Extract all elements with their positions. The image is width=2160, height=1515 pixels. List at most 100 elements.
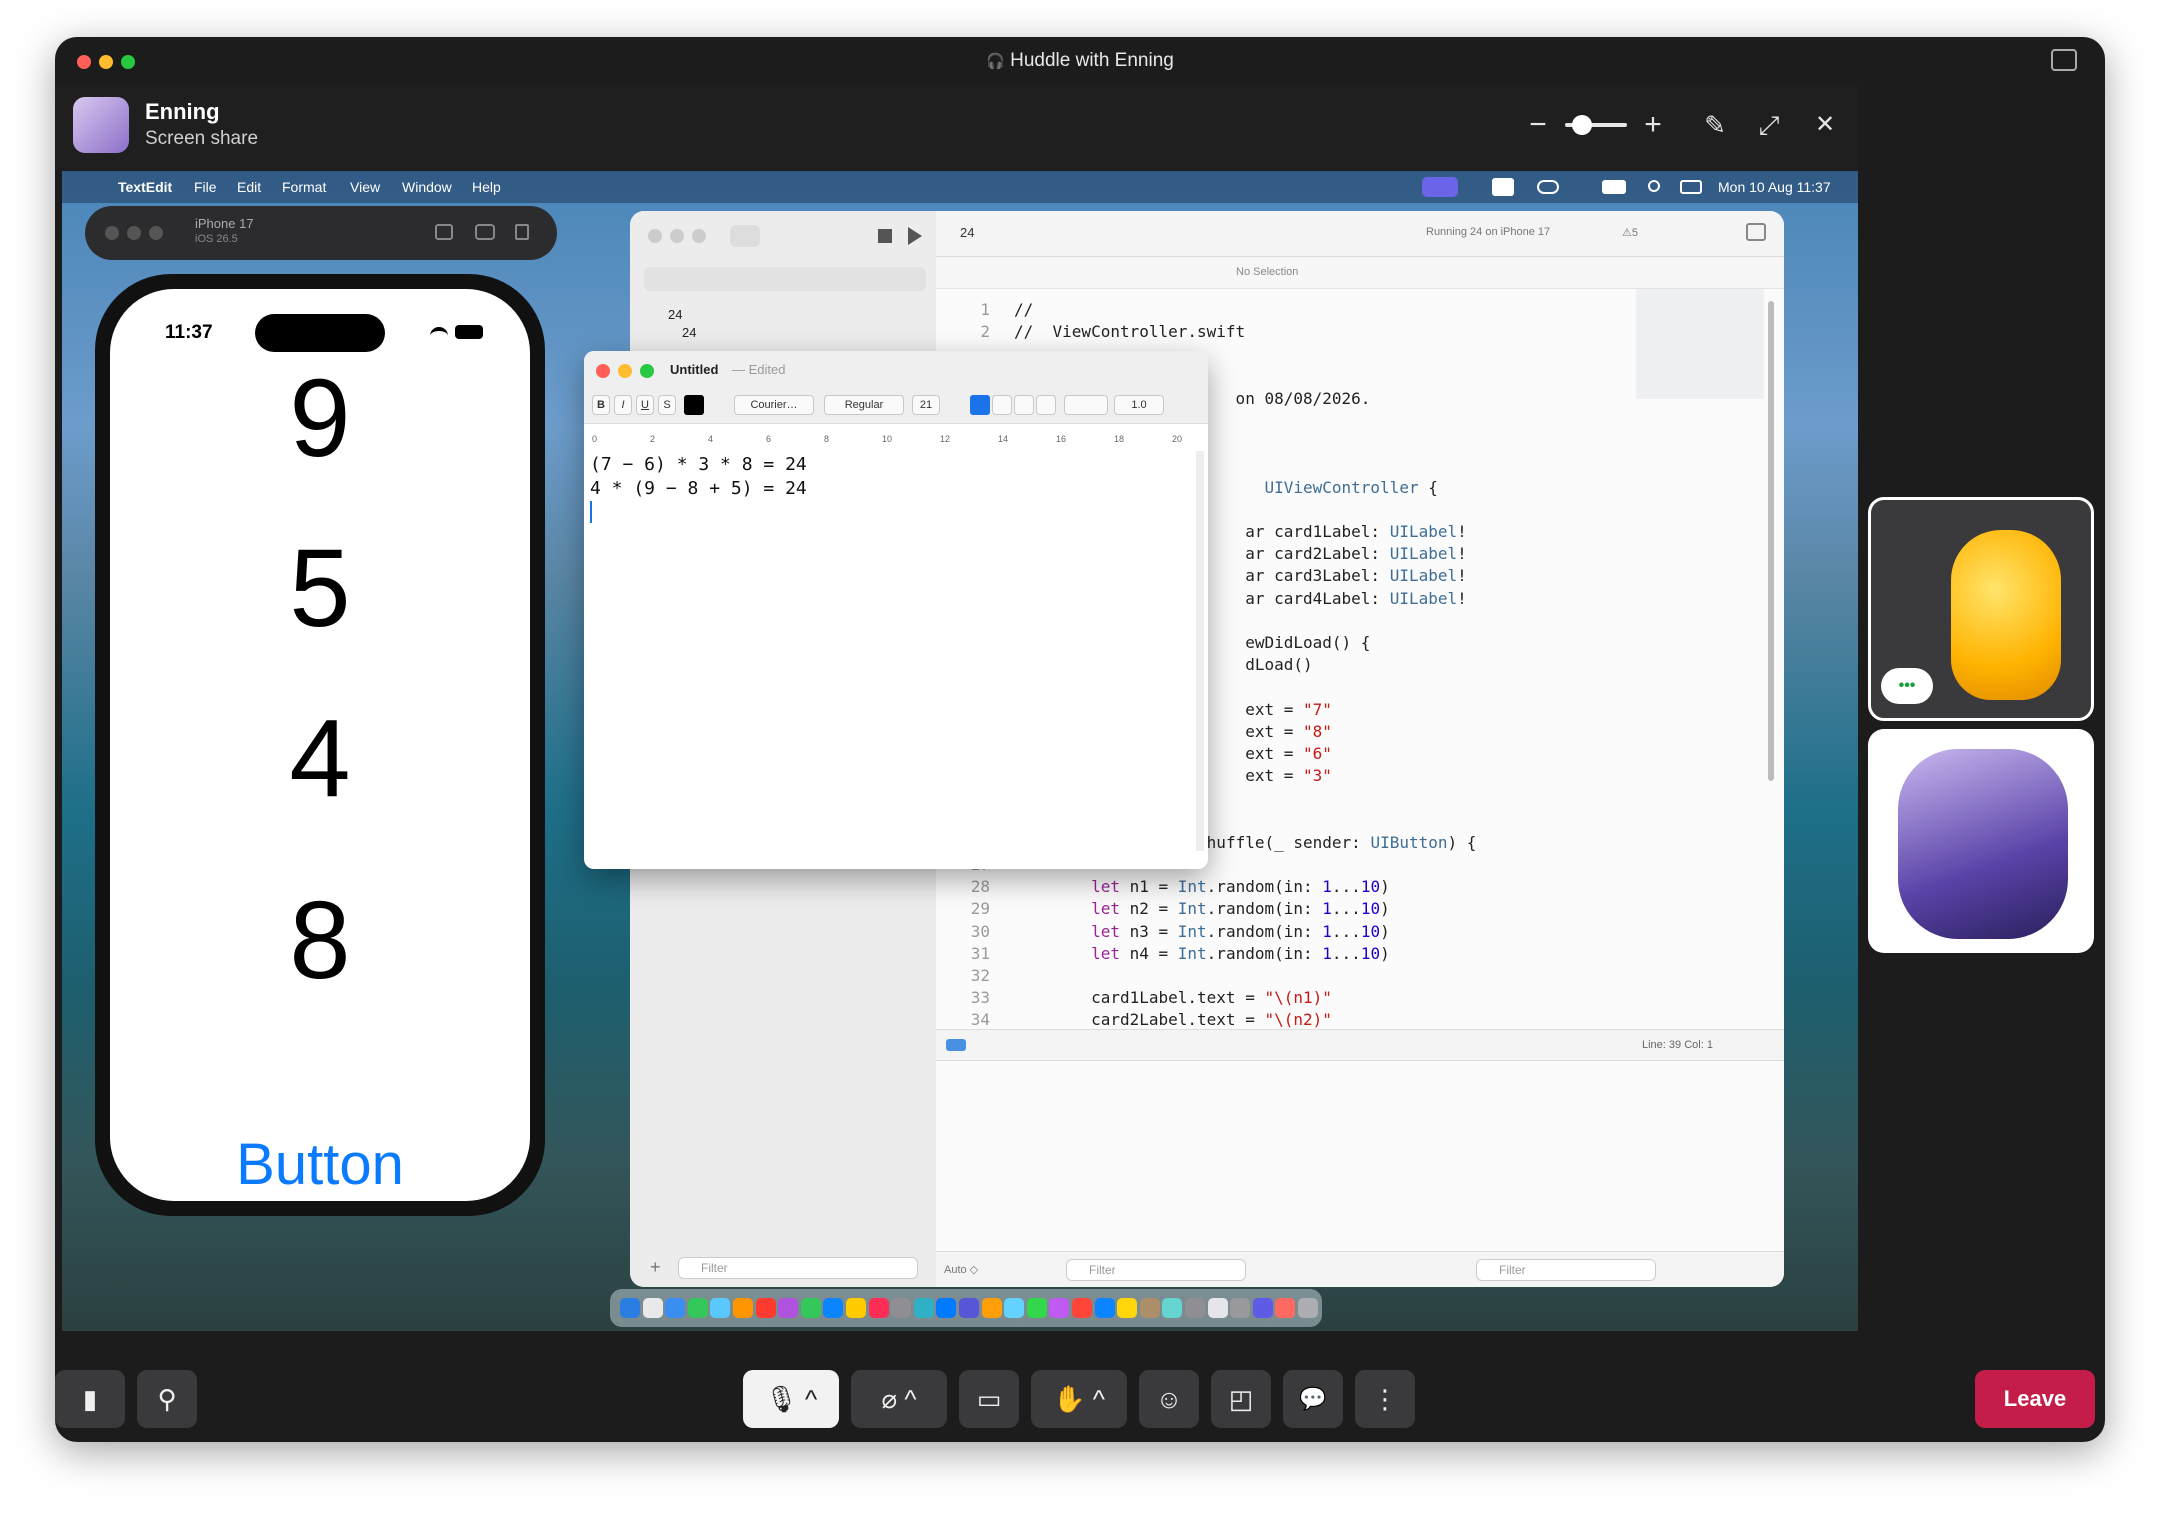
menu-app-name[interactable]: TextEdit (118, 179, 172, 195)
code-line[interactable]: 29 let n2 = Int.random(in: 1...10) (936, 898, 1390, 920)
bold-button[interactable]: B (592, 395, 610, 415)
dock-app-icon[interactable] (800, 1298, 821, 1318)
hand-options-caret[interactable]: ^ (1093, 1384, 1105, 1414)
dock-app-icon[interactable] (981, 1298, 1002, 1318)
font-style-select[interactable]: Regular (824, 395, 904, 415)
xcode-zoom-button[interactable] (692, 229, 706, 243)
code-line[interactable]: 30 let n3 = Int.random(in: 1...10) (936, 921, 1390, 943)
dock-app-icon[interactable] (913, 1298, 934, 1318)
textedit-zoom-button[interactable] (640, 364, 654, 378)
menu-edit[interactable]: Edit (237, 179, 261, 195)
participant-tile-avatar[interactable] (1868, 729, 2094, 953)
code-line[interactable]: 33 card1Label.text = "\(n1)" (936, 987, 1332, 1009)
dock-app-icon[interactable] (936, 1298, 957, 1318)
home-icon[interactable] (435, 224, 453, 240)
line-number[interactable]: 2 (936, 321, 990, 343)
debug-area-toggle-icon[interactable] (946, 1039, 966, 1051)
sim-minimize-button[interactable] (127, 226, 141, 240)
menu-help[interactable]: Help (472, 179, 501, 195)
dock-app-icon[interactable] (1207, 1298, 1228, 1318)
navigator-filter-input[interactable]: Filter (678, 1257, 918, 1279)
nav-item-folder[interactable]: 24 (682, 325, 696, 340)
breadcrumb[interactable]: No Selection (1236, 266, 1298, 278)
code-line[interactable]: 34 card2Label.text = "\(n2)" (936, 1009, 1332, 1029)
sticker-icon[interactable]: ◰ (1211, 1370, 1271, 1428)
fullscreen-icon[interactable]: ⤢ (1751, 107, 1787, 143)
document-body[interactable]: (7 − 6) * 3 * 8 = 24 4 * (9 − 8 + 5) = 24 (590, 453, 807, 523)
dock-app-icon[interactable] (710, 1298, 731, 1318)
dock-app-icon[interactable] (778, 1298, 799, 1318)
italic-button[interactable]: I (614, 395, 632, 415)
zoom-slider-knob[interactable] (1572, 115, 1592, 135)
dock-app-icon[interactable] (642, 1298, 663, 1318)
camera-options-caret[interactable]: ^ (904, 1384, 916, 1414)
chat-icon[interactable]: 💬 (1283, 1370, 1343, 1428)
sidebar-toggle-icon[interactable] (730, 225, 760, 247)
camera-button[interactable]: ⌀ ^ (851, 1370, 947, 1428)
list-style-select[interactable] (1064, 395, 1108, 415)
more-options-icon[interactable]: ⋮ (1355, 1370, 1415, 1428)
line-number[interactable]: 1 (936, 299, 990, 321)
annotate-pen-icon[interactable]: ✎ (1697, 107, 1733, 143)
scheme-name[interactable]: 24 (960, 225, 974, 240)
run-icon[interactable] (908, 227, 922, 245)
dock-app-icon[interactable] (846, 1298, 866, 1318)
align-center-button[interactable] (992, 395, 1012, 415)
share-screen-icon[interactable]: ▭ (959, 1370, 1019, 1428)
stop-icon[interactable] (878, 229, 892, 243)
code-line[interactable]: 2 // ViewController.swift (936, 321, 1245, 343)
dock-app-icon[interactable] (1275, 1298, 1296, 1318)
menu-view[interactable]: View (350, 179, 380, 195)
dock-app-icon[interactable] (665, 1298, 686, 1318)
ruler[interactable]: 0 2 4 6 8 10 12 14 16 18 20 (584, 423, 1208, 447)
font-family-select[interactable]: Courier… (734, 395, 814, 415)
strikethrough-button[interactable]: S (658, 395, 676, 415)
dock-app-icon[interactable] (868, 1298, 889, 1318)
dock-app-icon[interactable] (1230, 1298, 1251, 1318)
reactions-icon[interactable]: ☺ (1139, 1370, 1199, 1428)
menu-clock[interactable]: Mon 10 Aug 11:37 (1718, 179, 1831, 195)
inspector-toggle-icon[interactable] (1746, 223, 1766, 241)
link-icon[interactable] (1537, 180, 1559, 194)
mic-options-caret[interactable]: ^ (805, 1384, 817, 1414)
underline-button[interactable]: U (636, 395, 654, 415)
textedit-scrollbar[interactable] (1196, 451, 1204, 851)
xcode-close-button[interactable] (648, 229, 662, 243)
line-spacing-select[interactable]: 1.0 (1114, 395, 1164, 415)
dock-app-icon[interactable] (891, 1298, 912, 1318)
navigator-tabs[interactable] (644, 267, 926, 291)
input-source-icon[interactable] (1492, 178, 1514, 196)
dock-app-icon[interactable] (1004, 1298, 1025, 1318)
participant-tile-reaction[interactable]: ••• (1868, 497, 2094, 721)
zoom-in-button[interactable]: + (1635, 107, 1671, 143)
line-number[interactable]: 28 (936, 876, 990, 898)
picture-in-picture-icon[interactable] (2051, 49, 2077, 71)
sim-zoom-button[interactable] (149, 226, 163, 240)
textedit-minimize-button[interactable] (618, 364, 632, 378)
code-line[interactable]: 31 let n4 = Int.random(in: 1...10) (936, 943, 1390, 965)
dock-app-icon[interactable] (1298, 1298, 1318, 1318)
align-left-button[interactable] (970, 395, 990, 415)
code-line[interactable]: 32 (936, 965, 1014, 987)
line-number[interactable]: 30 (936, 921, 990, 943)
dock-app-icon[interactable] (1072, 1298, 1092, 1318)
auto-selector[interactable]: Auto ◇ (944, 1263, 978, 1276)
dock-app-icon[interactable] (1185, 1298, 1205, 1318)
xcode-minimize-button[interactable] (670, 229, 684, 243)
control-center-icon[interactable] (1680, 180, 1702, 194)
sim-close-button[interactable] (105, 226, 119, 240)
align-right-button[interactable] (1014, 395, 1034, 415)
dock-app-icon[interactable] (959, 1298, 979, 1318)
console-filter-input[interactable]: Filter (1476, 1259, 1656, 1281)
warning-count[interactable]: ⚠5 (1622, 226, 1638, 239)
leave-button[interactable]: Leave (1975, 1370, 2095, 1428)
dock-app-icon[interactable] (687, 1298, 708, 1318)
nav-item-project[interactable]: 24 (668, 307, 682, 322)
add-person-icon[interactable]: ⚲ (137, 1370, 197, 1428)
microphone-button[interactable]: 🎙 ^ (743, 1370, 839, 1428)
text-color-swatch[interactable] (684, 395, 704, 415)
dock-app-icon[interactable] (733, 1298, 753, 1318)
dock-app-icon[interactable] (755, 1298, 776, 1318)
shuffle-button[interactable]: Button (110, 1135, 530, 1195)
dock-app-icon[interactable] (1026, 1298, 1047, 1318)
